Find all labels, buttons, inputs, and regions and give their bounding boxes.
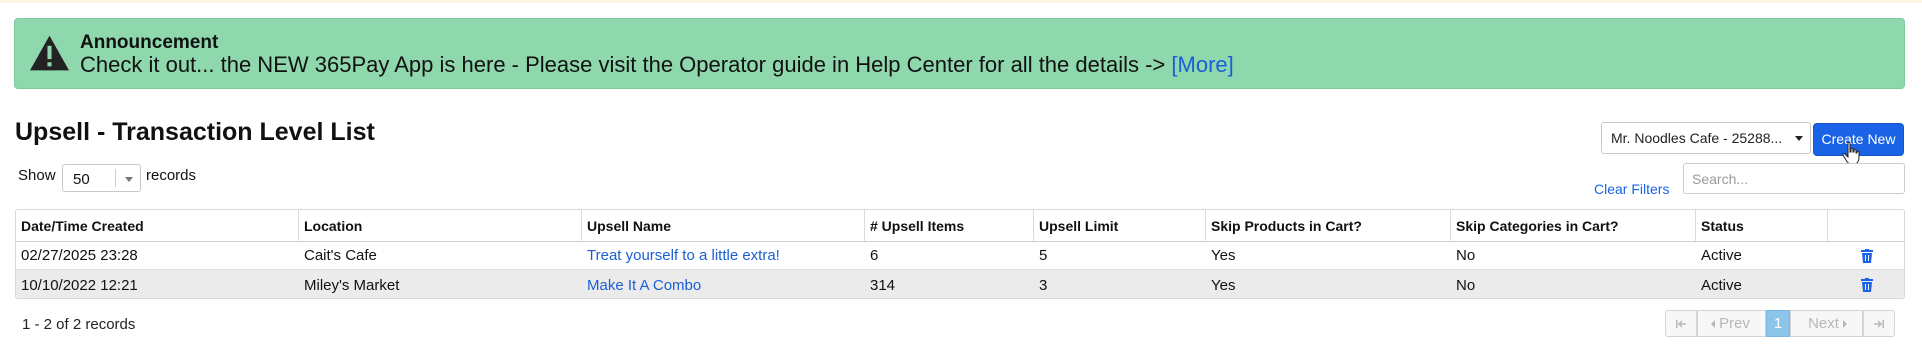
column-header-skip-products[interactable]: Skip Products in Cart?	[1206, 210, 1451, 241]
next-label: Next	[1808, 315, 1839, 332]
delete-trash-icon[interactable]	[1861, 242, 1877, 269]
page-title: Upsell - Transaction Level List	[15, 118, 375, 146]
caret-right-icon	[1842, 319, 1847, 328]
table-row: 10/10/2022 12:21 Miley's Market Make It …	[16, 270, 1904, 298]
cell-date-created: 02/27/2025 23:28	[21, 247, 138, 264]
column-header-location[interactable]: Location	[299, 210, 582, 241]
caret-down-icon	[1795, 136, 1803, 141]
table-row: 02/27/2025 23:28 Cait's Cafe Treat yours…	[16, 242, 1904, 270]
prev-label: Prev	[1719, 315, 1750, 332]
cell-date-created: 10/10/2022 12:21	[21, 276, 138, 294]
page-length-value: 50	[73, 171, 90, 188]
cell-upsell-limit: 5	[1039, 247, 1048, 264]
records-label: records	[146, 167, 197, 184]
column-header-upsell-limit[interactable]: Upsell Limit	[1034, 210, 1206, 241]
announcement-more-link[interactable]: [More]	[1171, 52, 1233, 77]
warning-icon	[30, 35, 69, 71]
column-header-skip-categories[interactable]: Skip Categories in Cart?	[1451, 210, 1696, 241]
next-page-button[interactable]: Next	[1790, 310, 1863, 337]
cell-status: Active	[1701, 247, 1742, 264]
column-header-status[interactable]: Status	[1696, 210, 1828, 241]
prev-page-button[interactable]: Prev	[1697, 310, 1766, 337]
announcement-text: Check it out... the NEW 365Pay App is he…	[80, 52, 1166, 77]
cell-skip-products: Yes	[1211, 247, 1236, 264]
caret-left-icon	[1711, 319, 1716, 328]
show-label: Show	[18, 167, 56, 184]
select-divider	[115, 169, 116, 187]
announcement-title: Announcement	[80, 32, 219, 53]
cell-skip-categories: No	[1456, 276, 1476, 294]
last-page-icon	[1874, 319, 1884, 328]
delete-trash-icon[interactable]	[1861, 270, 1877, 298]
announcement-message: Check it out... the NEW 365Pay App is he…	[80, 52, 1234, 78]
cell-skip-categories: No	[1456, 247, 1476, 264]
page-1-button[interactable]: 1	[1766, 310, 1790, 337]
cell-upsell-items: 314	[870, 276, 896, 294]
announcement-banner: Announcement Check it out... the NEW 365…	[14, 18, 1905, 89]
table-info: 1 - 2 of 2 records	[22, 316, 136, 333]
top-border	[0, 0, 1922, 3]
cell-upsell-limit: 3	[1039, 276, 1048, 294]
cell-status: Active	[1701, 276, 1742, 294]
hand-pointer-cursor-icon	[1842, 141, 1860, 165]
first-page-button[interactable]	[1665, 310, 1697, 337]
upsell-table: Date/Time Created Location Upsell Name #…	[15, 209, 1905, 299]
search-input[interactable]	[1683, 163, 1905, 194]
cell-upsell-items: 6	[870, 247, 879, 264]
cell-location: Cait's Cafe	[304, 247, 377, 264]
location-select[interactable]: Mr. Noodles Cafe - 25288...	[1601, 122, 1811, 154]
column-header-upsell-items[interactable]: # Upsell Items	[865, 210, 1034, 241]
first-page-icon	[1676, 319, 1686, 328]
caret-down-icon	[125, 177, 133, 182]
column-header-upsell-name[interactable]: Upsell Name	[582, 210, 865, 241]
cell-skip-products: Yes	[1211, 276, 1236, 294]
column-header-date-created[interactable]: Date/Time Created	[16, 210, 299, 241]
upsell-name-link[interactable]: Make It A Combo	[582, 270, 701, 298]
clear-filters-link[interactable]: Clear Filters	[1594, 181, 1669, 197]
location-select-value: Mr. Noodles Cafe - 25288...	[1611, 130, 1783, 146]
page-length-select[interactable]: 50	[62, 164, 141, 192]
table-header-row: Date/Time Created Location Upsell Name #…	[16, 210, 1904, 242]
last-page-button[interactable]	[1863, 310, 1895, 337]
column-header-actions	[1828, 210, 1904, 241]
cell-location: Miley's Market	[304, 276, 400, 294]
upsell-name-link[interactable]: Treat yourself to a little extra!	[582, 242, 780, 269]
